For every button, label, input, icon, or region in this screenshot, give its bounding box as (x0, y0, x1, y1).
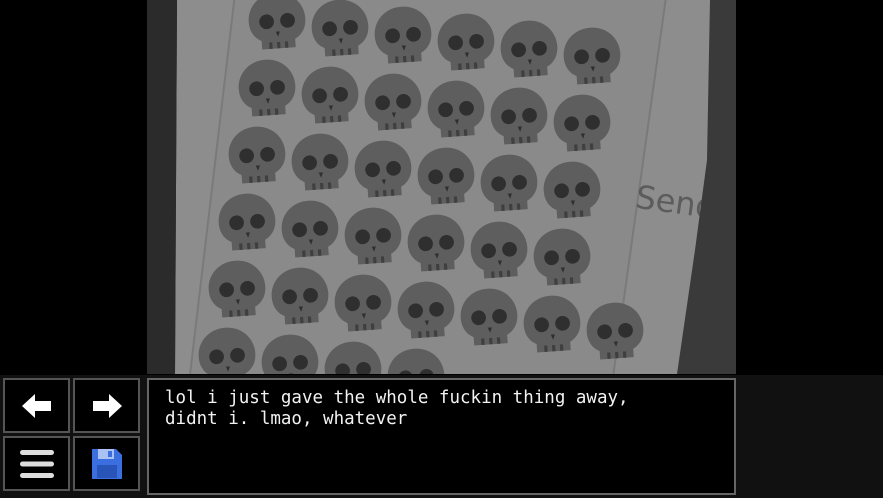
hamburger-menu-icon (19, 449, 54, 478)
save-button[interactable] (73, 436, 140, 491)
phone-screen-illustration: Send (147, 0, 736, 374)
forward-button[interactable] (73, 378, 140, 433)
control-panel (3, 378, 143, 495)
dialogue-text: lol i just gave the whole fuckin thing a… (165, 388, 629, 429)
menu-button[interactable] (3, 436, 70, 491)
scene-viewport: Send (147, 0, 736, 374)
floppy-disk-icon (91, 448, 122, 479)
back-button[interactable] (3, 378, 70, 433)
game-window: Send lol i just gave the whole fuckin th… (0, 0, 883, 498)
dialogue-box[interactable]: lol i just gave the whole fuckin thing a… (147, 378, 736, 495)
arrow-right-icon (92, 393, 122, 418)
bottom-bar: lol i just gave the whole fuckin thing a… (0, 375, 883, 498)
arrow-left-icon (21, 393, 51, 418)
